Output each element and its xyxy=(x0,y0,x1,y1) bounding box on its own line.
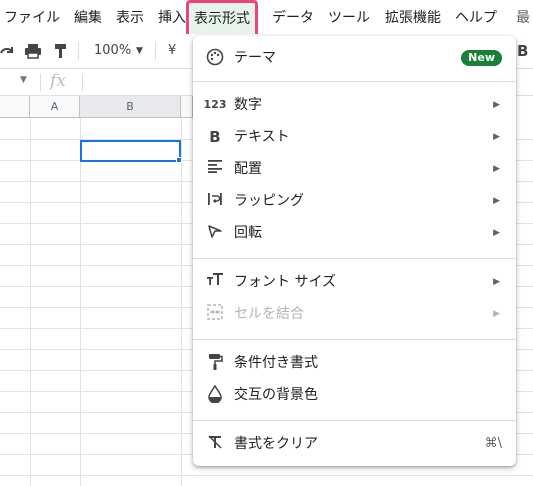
corner-cell[interactable] xyxy=(0,96,30,118)
bold-icon: B xyxy=(209,128,221,146)
menu-item-label: フォント サイズ xyxy=(234,274,337,290)
grid-line xyxy=(181,118,182,486)
column-header-a[interactable]: A xyxy=(30,96,80,118)
submenu-arrow-icon: ▶ xyxy=(493,228,500,238)
grid-line xyxy=(80,118,81,486)
selected-cell[interactable] xyxy=(80,140,181,162)
menu-data[interactable]: データ xyxy=(272,6,314,30)
menu-truncated[interactable]: 最 xyxy=(516,6,530,30)
menu-item-label: 条件付き書式 xyxy=(234,355,318,371)
submenu-arrow-icon: ▶ xyxy=(493,100,500,110)
menu-item-alignment[interactable]: 配置 ▶ xyxy=(193,153,516,185)
wrap-icon xyxy=(205,191,225,211)
toolbar-divider xyxy=(78,42,79,60)
menu-item-rotation[interactable]: 回転 ▶ xyxy=(193,217,516,249)
merge-cells-icon xyxy=(205,304,225,324)
menu-item-label: 回転 xyxy=(234,225,262,241)
clear-format-icon xyxy=(205,434,225,454)
redo-icon[interactable] xyxy=(0,42,14,60)
chevron-down-icon[interactable]: ▼ xyxy=(136,42,143,60)
column-header-b[interactable]: B xyxy=(80,96,181,118)
menu-tools[interactable]: ツール xyxy=(328,6,370,30)
menu-divider xyxy=(193,339,516,340)
print-icon[interactable] xyxy=(24,42,42,60)
number-format-icon: 123 xyxy=(203,98,227,111)
format-menu: テーマ New 123 数字 ▶ B テキスト ▶ 配置 ▶ ラッピング ▶ 回… xyxy=(193,36,516,466)
paint-roller-icon xyxy=(205,353,225,373)
fill-handle[interactable] xyxy=(176,157,182,163)
fx-icon: fx xyxy=(50,71,66,91)
menu-item-conditional-formatting[interactable]: 条件付き書式 xyxy=(193,347,516,379)
menu-item-wrapping[interactable]: ラッピング ▶ xyxy=(193,185,516,217)
menu-item-alternating-colors[interactable]: 交互の背景色 xyxy=(193,379,516,411)
menu-divider xyxy=(193,258,516,259)
menu-item-label: 数字 xyxy=(234,97,262,113)
paint-format-icon[interactable] xyxy=(53,42,69,60)
keyboard-shortcut: ⌘\ xyxy=(484,436,502,451)
menu-divider xyxy=(193,420,516,421)
menu-item-number[interactable]: 123 数字 ▶ xyxy=(193,89,516,121)
font-size-icon xyxy=(205,272,225,292)
menu-item-label: セルを結合 xyxy=(234,306,304,322)
menu-item-label: 書式をクリア xyxy=(234,436,318,452)
menu-item-label: テキスト xyxy=(234,129,290,145)
menu-file[interactable]: ファイル xyxy=(4,6,60,30)
submenu-arrow-icon: ▶ xyxy=(493,277,500,287)
formula-divider xyxy=(40,74,41,91)
currency-format-button[interactable]: ¥ xyxy=(168,42,176,60)
menu-extensions[interactable]: 拡張機能 xyxy=(385,6,441,30)
menu-edit[interactable]: 編集 xyxy=(74,6,102,30)
toolbar-divider xyxy=(155,42,156,60)
submenu-arrow-icon: ▶ xyxy=(493,164,500,174)
menu-item-label: ラッピング xyxy=(234,193,304,209)
menu-divider xyxy=(193,81,516,82)
menu-item-label: テーマ xyxy=(234,50,276,66)
menu-item-clear-formatting[interactable]: 書式をクリア ⌘\ xyxy=(193,428,516,460)
menu-item-theme[interactable]: テーマ New xyxy=(193,42,516,74)
menu-insert[interactable]: 挿入 xyxy=(158,6,186,30)
new-badge: New xyxy=(461,50,502,66)
zoom-select[interactable]: 100% xyxy=(94,42,131,60)
menu-item-label: 交互の背景色 xyxy=(234,387,318,403)
palette-icon xyxy=(205,48,225,68)
bold-button[interactable]: B xyxy=(517,42,528,60)
submenu-arrow-icon: ▶ xyxy=(493,309,500,319)
grid-line xyxy=(0,475,533,476)
menubar: ファイル 編集 表示 挿入 表示形式 データ ツール 拡張機能 ヘルプ 最 xyxy=(0,0,533,38)
menu-item-font-size[interactable]: フォント サイズ ▶ xyxy=(193,266,516,298)
menu-view[interactable]: 表示 xyxy=(116,6,144,30)
submenu-arrow-icon: ▶ xyxy=(493,196,500,206)
fill-drop-icon xyxy=(205,384,225,405)
menu-item-merge-cells[interactable]: セルを結合 ▶ xyxy=(193,298,516,330)
align-icon xyxy=(205,159,225,179)
column-header-c[interactable] xyxy=(181,96,193,118)
formula-divider xyxy=(82,74,83,91)
menu-format[interactable]: 表示形式 xyxy=(186,0,258,38)
name-box-chevron-icon[interactable]: ▼ xyxy=(20,75,27,85)
grid-line xyxy=(30,118,31,486)
menu-item-label: 配置 xyxy=(234,161,262,177)
menu-item-text[interactable]: B テキスト ▶ xyxy=(193,121,516,153)
menu-help[interactable]: ヘルプ xyxy=(455,6,497,30)
submenu-arrow-icon: ▶ xyxy=(493,132,500,142)
rotate-icon xyxy=(205,223,225,243)
